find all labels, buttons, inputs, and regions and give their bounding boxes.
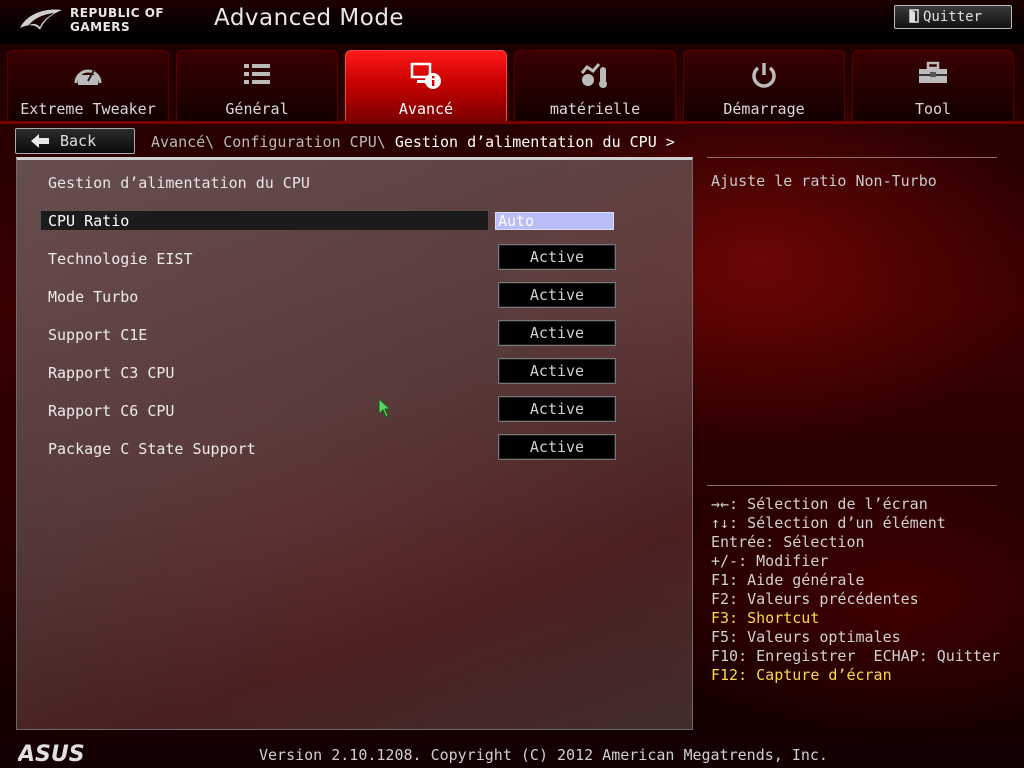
key-legend: →←: Sélection de l’écran ↑↓: Sélection d…: [711, 495, 1000, 685]
setting-label: Rapport C6 CPU: [48, 402, 175, 420]
tab-boot[interactable]: Démarrage: [683, 50, 845, 122]
exit-door-icon: [909, 9, 919, 23]
cpu-ratio-input[interactable]: Auto: [495, 212, 614, 230]
setting-label: Technologie EIST: [48, 250, 193, 268]
toolbox-icon: [919, 61, 947, 83]
gauge-icon: [74, 69, 102, 85]
key-hint: Entrée: Sélection: [711, 533, 865, 551]
c1e-value-button[interactable]: Active: [498, 320, 616, 346]
settings-panel: Gestion d’alimentation du CPU CPU Ratio …: [16, 157, 693, 730]
setting-label: CPU Ratio: [48, 212, 130, 230]
key-hint-shortcut[interactable]: F3: Shortcut: [711, 609, 1000, 628]
section-title: Gestion d’alimentation du CPU: [48, 174, 310, 192]
key-hint: +/-: Modifier: [711, 552, 829, 570]
setting-row-package-c-state[interactable]: Package C State Support Active: [41, 434, 616, 460]
main-tabs: Extreme Tweaker Général Avancé matériell…: [7, 50, 1017, 122]
title-bar: REPUBLIC OF GAMERS Advanced Mode Quitter: [0, 0, 1024, 44]
setting-row-eist[interactable]: Technologie EIST Active: [41, 244, 616, 270]
setting-label: Mode Turbo: [48, 288, 139, 306]
breadcrumb-current: Gestion d’alimentation du CPU >: [394, 133, 675, 151]
asus-logo: ASUS: [18, 743, 85, 763]
key-hint: →←: Sélection de l’écran: [711, 495, 928, 513]
back-arrow-icon: [31, 134, 49, 148]
c3-value-button[interactable]: Active: [498, 358, 616, 384]
setting-row-cpu-ratio[interactable]: CPU Ratio Auto: [41, 211, 615, 231]
quit-label: Quitter: [923, 9, 983, 25]
package-c-state-value-button[interactable]: Active: [498, 434, 616, 460]
logo-line-2: GAMERS: [70, 20, 131, 34]
page-title: Advanced Mode: [214, 5, 405, 31]
hardware-monitor-icon: [580, 63, 607, 88]
mouse-pointer-icon: [378, 398, 392, 418]
breadcrumb: Avancé\ Configuration CPU\ Gestion d’ali…: [151, 133, 675, 151]
tab-extreme-tweaker[interactable]: Extreme Tweaker: [7, 50, 169, 122]
help-description: Ajuste le ratio Non-Turbo: [711, 172, 937, 190]
tab-general[interactable]: Général: [176, 50, 338, 122]
asus-wordmark: ASUS: [18, 743, 85, 763]
setting-label: Support C1E: [48, 326, 148, 344]
help-divider-top: [707, 157, 997, 158]
list-icon: [244, 64, 270, 84]
tab-tool[interactable]: Tool: [852, 50, 1014, 122]
setting-row-c3[interactable]: Rapport C3 CPU Active: [41, 358, 616, 384]
logo-line-1: REPUBLIC OF: [70, 6, 165, 20]
tab-label: Démarrage: [723, 100, 805, 118]
breadcrumb-item-cpu-config[interactable]: Configuration CPU\: [223, 133, 395, 151]
power-icon: [752, 63, 776, 88]
quit-button[interactable]: Quitter: [894, 5, 1012, 29]
eist-value-button[interactable]: Active: [498, 244, 616, 270]
tab-label: Général: [225, 100, 289, 118]
setting-row-turbo[interactable]: Mode Turbo Active: [41, 282, 616, 308]
advanced-info-icon: [410, 62, 441, 89]
rog-eye-icon: [20, 9, 62, 30]
tab-label: matérielle: [549, 100, 641, 118]
setting-row-c1e[interactable]: Support C1E Active: [41, 320, 616, 346]
help-divider-bottom: [707, 485, 997, 486]
tab-advanced[interactable]: Avancé: [345, 50, 507, 122]
tab-label: Tool: [914, 100, 952, 118]
tab-hardware[interactable]: matérielle: [514, 50, 676, 122]
rog-logo: REPUBLIC OF GAMERS: [18, 4, 186, 40]
tab-label: Extreme Tweaker: [20, 100, 156, 118]
turbo-value-button[interactable]: Active: [498, 282, 616, 308]
c6-value-button[interactable]: Active: [498, 396, 616, 422]
setting-row-c6[interactable]: Rapport C6 CPU Active: [41, 396, 616, 422]
key-hint: F10: Enregistrer ECHAP: Quitter: [711, 647, 1000, 665]
key-hint: F2: Valeurs précédentes: [711, 590, 919, 608]
tab-divider: [0, 121, 1024, 124]
tab-label: Avancé: [398, 100, 454, 118]
back-label: Back: [60, 132, 97, 150]
setting-label: Package C State Support: [48, 440, 256, 458]
key-hint-screenshot[interactable]: F12: Capture d’écran: [711, 666, 1000, 685]
key-hint: F1: Aide générale: [711, 571, 865, 589]
breadcrumb-item-advanced[interactable]: Avancé\: [151, 133, 223, 151]
back-button[interactable]: Back: [15, 128, 135, 154]
key-hint: F5: Valeurs optimales: [711, 628, 901, 646]
version-footer: Version 2.10.1208. Copyright (C) 2012 Am…: [259, 746, 828, 764]
key-hint: ↑↓: Sélection d’un élément: [711, 514, 946, 532]
setting-label: Rapport C3 CPU: [48, 364, 175, 382]
